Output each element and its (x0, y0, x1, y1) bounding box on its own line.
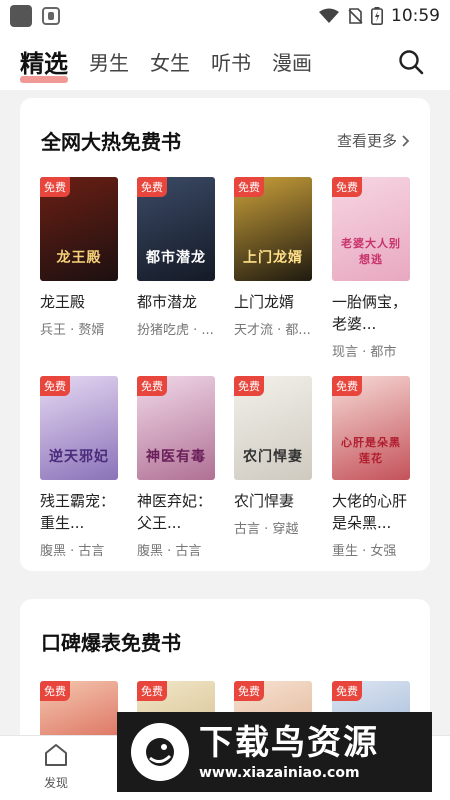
view-more-label: 查看更多 (336, 132, 397, 150)
book-title: 神医弃妃：父王... (137, 492, 213, 532)
book-tags: 腹黑 · 古言 (40, 544, 105, 559)
book-title: 农门悍妻 (234, 492, 295, 510)
book-cover: 免费 上门龙婿 (234, 177, 312, 281)
book-tags: 扮猪吃虎 · ... (137, 323, 214, 338)
watermark-banner: 下载鸟资源 www.xiazainiao.com (117, 712, 432, 792)
book-cover: 免费 农门悍妻 (234, 376, 312, 480)
book-tags: 天才流 · 都... (234, 323, 311, 338)
book-title: 都市潜龙 (137, 293, 198, 311)
nav-discover[interactable]: 发现 (36, 742, 76, 791)
watermark-title: 下载鸟资源 (199, 723, 379, 763)
free-badge: 免费 (137, 376, 167, 396)
shield-notification-icon (42, 7, 60, 25)
cover-title-art: 神医有毒 (146, 449, 206, 465)
book-title: 残王霸宠：重生... (40, 492, 116, 532)
tab-comics[interactable]: 漫画 (272, 47, 312, 76)
tab-featured[interactable]: 精选 (20, 44, 68, 83)
battery-icon (371, 7, 383, 25)
book-cover: 免费 逆天邪妃 (40, 376, 118, 480)
book-item[interactable]: 免费 老婆大人别想逃 一胎俩宝，老婆... 现言 · 都市 (332, 177, 412, 360)
status-bar: 10:59 (0, 0, 450, 32)
cover-title-art: 上门龙婿 (243, 250, 303, 266)
book-cover: 免费 心肝是朵黑莲花 (332, 376, 410, 480)
free-badge: 免费 (332, 681, 362, 701)
free-badge: 免费 (40, 681, 70, 701)
wifi-icon (319, 8, 339, 23)
cover-title-art: 心肝是朵黑莲花 (341, 436, 401, 465)
book-item[interactable]: 免费 神医有毒 神医弃妃：父王... 腹黑 · 古言 (137, 376, 217, 559)
cover-title-art: 龙王殿 (56, 250, 102, 266)
no-sim-icon (348, 8, 363, 24)
section-title: 口碑爆表免费书 (41, 631, 181, 655)
book-item[interactable]: 免费 上门龙婿 上门龙婿 天才流 · 都... (234, 177, 314, 338)
search-icon[interactable] (398, 49, 424, 75)
book-tags: 重生 · 女强 (332, 544, 397, 559)
app-notification-icon (10, 5, 32, 27)
book-cover: 免费 老婆大人别想逃 (332, 177, 410, 281)
bird-logo-icon (131, 723, 189, 781)
book-cover: 免费 龙王殿 (40, 177, 118, 281)
view-more-link[interactable]: 查看更多 (337, 130, 410, 151)
free-badge: 免费 (40, 177, 70, 197)
top-tab-bar: 精选 男生 女生 听书 漫画 (0, 32, 450, 90)
cover-title-art: 都市潜龙 (146, 250, 206, 266)
home-icon (45, 744, 67, 766)
cover-title-art: 老婆大人别想逃 (341, 237, 401, 266)
book-cover: 免费 (40, 681, 118, 735)
free-badge: 免费 (332, 177, 362, 197)
book-cover: 免费 都市潜龙 (137, 177, 215, 281)
section-title: 全网大热免费书 (41, 130, 181, 154)
chevron-right-icon (402, 134, 410, 147)
book-tags: 兵王 · 赘婿 (40, 323, 105, 338)
clock: 10:59 (391, 6, 440, 26)
free-badge: 免费 (234, 177, 264, 197)
book-title: 大佬的心肝是朵黑... (332, 492, 408, 532)
book-title: 一胎俩宝，老婆... (332, 293, 408, 333)
book-cover: 免费 神医有毒 (137, 376, 215, 480)
tab-audiobook[interactable]: 听书 (211, 47, 251, 76)
watermark-url: www.xiazainiao.com (199, 765, 360, 781)
content-area[interactable]: 全网大热免费书 查看更多 免费 龙王殿 龙王殿 兵王 · 赘婿 免费 都市潜龙 … (0, 90, 450, 735)
free-badge: 免费 (137, 681, 167, 701)
book-title: 上门龙婿 (234, 293, 295, 311)
nav-discover-label: 发现 (43, 776, 68, 790)
book-item[interactable]: 免费 都市潜龙 都市潜龙 扮猪吃虎 · ... (137, 177, 217, 338)
book-item[interactable]: 免费 龙王殿 龙王殿 兵王 · 赘婿 (40, 177, 120, 338)
free-badge: 免费 (234, 681, 264, 701)
tab-male[interactable]: 男生 (89, 47, 129, 76)
book-item[interactable]: 免费 农门悍妻 农门悍妻 古言 · 穿越 (234, 376, 314, 537)
free-badge: 免费 (40, 376, 70, 396)
book-item[interactable]: 免费 心肝是朵黑莲花 大佬的心肝是朵黑... 重生 · 女强 (332, 376, 412, 559)
free-badge: 免费 (137, 177, 167, 197)
book-title: 龙王殿 (40, 293, 86, 311)
free-badge: 免费 (332, 376, 362, 396)
tab-female[interactable]: 女生 (150, 47, 190, 76)
hot-free-books-section: 全网大热免费书 查看更多 免费 龙王殿 龙王殿 兵王 · 赘婿 免费 都市潜龙 … (20, 98, 430, 571)
book-tags: 现言 · 都市 (332, 345, 397, 360)
cover-title-art: 农门悍妻 (243, 449, 303, 465)
book-item[interactable]: 免费 (40, 681, 120, 735)
free-badge: 免费 (234, 376, 264, 396)
book-tags: 古言 · 穿越 (234, 522, 299, 537)
book-item[interactable]: 免费 逆天邪妃 残王霸宠：重生... 腹黑 · 古言 (40, 376, 120, 559)
book-tags: 腹黑 · 古言 (137, 544, 202, 559)
cover-title-art: 逆天邪妃 (49, 449, 109, 465)
